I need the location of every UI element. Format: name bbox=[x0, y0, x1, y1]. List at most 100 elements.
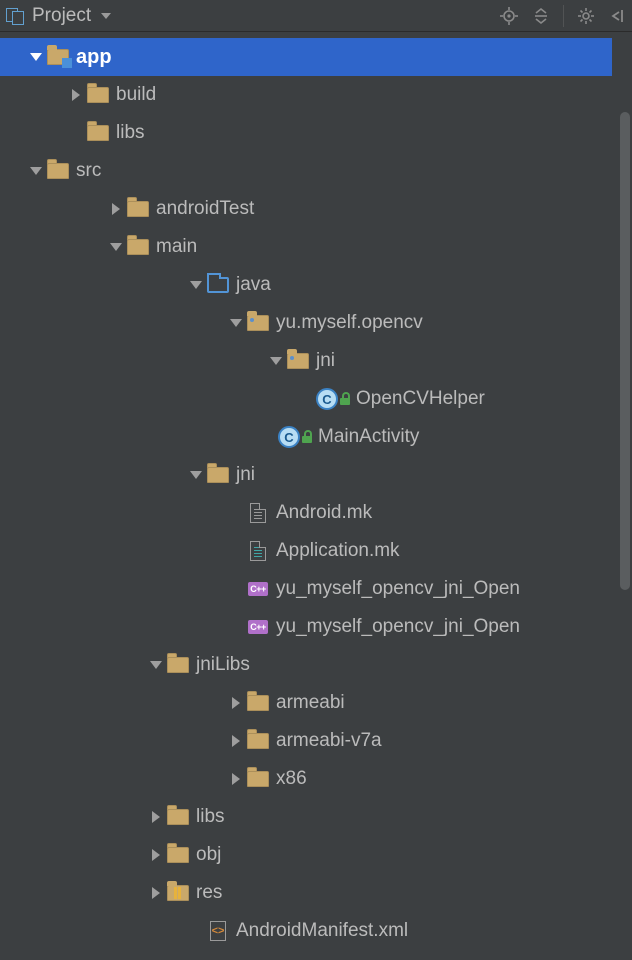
tree-label: jniLibs bbox=[196, 654, 250, 676]
chevron-right-icon[interactable] bbox=[148, 847, 164, 863]
tool-window-title[interactable]: Project bbox=[32, 5, 91, 27]
tree-label: res bbox=[196, 882, 222, 904]
scrollbar-thumb[interactable] bbox=[620, 112, 630, 590]
view-mode-dropdown-icon[interactable] bbox=[101, 13, 111, 19]
tree-label: armeabi bbox=[276, 692, 345, 714]
chevron-down-icon[interactable] bbox=[268, 353, 284, 369]
package-icon bbox=[246, 313, 270, 333]
tree-label: OpenCVHelper bbox=[356, 388, 485, 410]
chevron-down-icon[interactable] bbox=[228, 315, 244, 331]
tree-node-mainactivity[interactable]: C MainActivity bbox=[0, 418, 632, 456]
tree-node-app[interactable]: app bbox=[0, 38, 612, 76]
file-icon bbox=[246, 541, 270, 561]
chevron-down-icon[interactable] bbox=[188, 467, 204, 483]
module-icon bbox=[46, 47, 70, 67]
tree-node-x86[interactable]: x86 bbox=[0, 760, 632, 798]
tree-label: yu.myself.opencv bbox=[276, 312, 423, 334]
tree-node-cpp-2[interactable]: C++ yu_myself_opencv_jni_Open bbox=[0, 608, 632, 646]
chevron-right-icon[interactable] bbox=[228, 695, 244, 711]
locate-icon[interactable] bbox=[499, 6, 519, 26]
tree-node-src[interactable]: src bbox=[0, 152, 632, 190]
arrow-placeholder bbox=[228, 619, 244, 635]
tree-label: jni bbox=[316, 350, 335, 372]
tree-label: libs bbox=[196, 806, 225, 828]
tree-node-main[interactable]: main bbox=[0, 228, 632, 266]
folder-icon bbox=[86, 85, 110, 105]
tree-label: Application.mk bbox=[276, 540, 400, 562]
tree-label: x86 bbox=[276, 768, 307, 790]
arrow-placeholder bbox=[228, 581, 244, 597]
tree-node-libs-top[interactable]: libs bbox=[0, 114, 632, 152]
tree-node-armeabi[interactable]: armeabi bbox=[0, 684, 632, 722]
chevron-right-icon[interactable] bbox=[108, 201, 124, 217]
tree-label: main bbox=[156, 236, 197, 258]
cpp-file-icon: C++ bbox=[246, 617, 270, 637]
lock-icon bbox=[302, 431, 312, 443]
chevron-down-icon[interactable] bbox=[28, 49, 44, 65]
folder-icon bbox=[166, 845, 190, 865]
chevron-right-icon[interactable] bbox=[68, 87, 84, 103]
tree-node-package[interactable]: yu.myself.opencv bbox=[0, 304, 632, 342]
tree-node-obj[interactable]: obj bbox=[0, 836, 632, 874]
tree-node-jni-dir[interactable]: jni bbox=[0, 456, 632, 494]
tree-label: AndroidManifest.xml bbox=[236, 920, 408, 942]
folder-icon bbox=[166, 807, 190, 827]
folder-icon bbox=[246, 693, 270, 713]
tree-label: yu_myself_opencv_jni_Open bbox=[276, 616, 520, 638]
chevron-right-icon[interactable] bbox=[228, 733, 244, 749]
arrow-placeholder bbox=[228, 543, 244, 559]
tree-node-build[interactable]: build bbox=[0, 76, 632, 114]
tree-label: androidTest bbox=[156, 198, 254, 220]
tree-label: src bbox=[76, 160, 101, 182]
project-tool-window-header: Project bbox=[0, 0, 632, 32]
chevron-down-icon[interactable] bbox=[28, 163, 44, 179]
collapse-all-icon[interactable] bbox=[531, 6, 551, 26]
chevron-right-icon[interactable] bbox=[148, 885, 164, 901]
arrow-placeholder bbox=[188, 923, 204, 939]
tree-label: Android.mk bbox=[276, 502, 372, 524]
file-icon bbox=[246, 503, 270, 523]
folder-icon bbox=[206, 465, 230, 485]
folder-icon bbox=[86, 123, 110, 143]
tree-node-jni-pkg[interactable]: jni bbox=[0, 342, 632, 380]
tree-label: jni bbox=[236, 464, 255, 486]
lock-icon bbox=[340, 393, 350, 405]
chevron-down-icon[interactable] bbox=[188, 277, 204, 293]
resource-folder-icon bbox=[166, 883, 190, 903]
tree-label: build bbox=[116, 84, 156, 106]
class-icon: C bbox=[278, 426, 300, 448]
tree-label: armeabi-v7a bbox=[276, 730, 382, 752]
gear-icon[interactable] bbox=[576, 6, 596, 26]
folder-icon bbox=[246, 731, 270, 751]
tree-node-manifest[interactable]: <> AndroidManifest.xml bbox=[0, 912, 632, 950]
tree-label: app bbox=[76, 46, 112, 69]
tree-node-cpp-1[interactable]: C++ yu_myself_opencv_jni_Open bbox=[0, 570, 632, 608]
chevron-right-icon[interactable] bbox=[148, 809, 164, 825]
chevron-right-icon[interactable] bbox=[228, 771, 244, 787]
folder-icon bbox=[166, 655, 190, 675]
tree-node-libs[interactable]: libs bbox=[0, 798, 632, 836]
tree-node-androidtest[interactable]: androidTest bbox=[0, 190, 632, 228]
chevron-down-icon[interactable] bbox=[148, 657, 164, 673]
tree-node-opencvhelper[interactable]: C OpenCVHelper bbox=[0, 380, 632, 418]
folder-icon bbox=[46, 161, 70, 181]
folder-icon bbox=[246, 769, 270, 789]
tree-node-java[interactable]: java bbox=[0, 266, 632, 304]
project-tree[interactable]: app build libs src androidTest main bbox=[0, 32, 632, 950]
tree-label: yu_myself_opencv_jni_Open bbox=[276, 578, 520, 600]
hide-icon[interactable] bbox=[608, 6, 628, 26]
tree-node-application-mk[interactable]: Application.mk bbox=[0, 532, 632, 570]
tree-node-armeabi-v7a[interactable]: armeabi-v7a bbox=[0, 722, 632, 760]
tree-node-android-mk[interactable]: Android.mk bbox=[0, 494, 632, 532]
tree-label: java bbox=[236, 274, 271, 296]
xml-file-icon: <> bbox=[206, 921, 230, 941]
package-icon bbox=[286, 351, 310, 371]
folder-icon bbox=[126, 237, 150, 257]
arrow-placeholder bbox=[68, 125, 84, 141]
tree-label: libs bbox=[116, 122, 145, 144]
tree-node-jnilibs[interactable]: jniLibs bbox=[0, 646, 632, 684]
arrow-placeholder bbox=[228, 505, 244, 521]
tree-node-res[interactable]: res bbox=[0, 874, 632, 912]
source-folder-icon bbox=[206, 275, 230, 295]
chevron-down-icon[interactable] bbox=[108, 239, 124, 255]
